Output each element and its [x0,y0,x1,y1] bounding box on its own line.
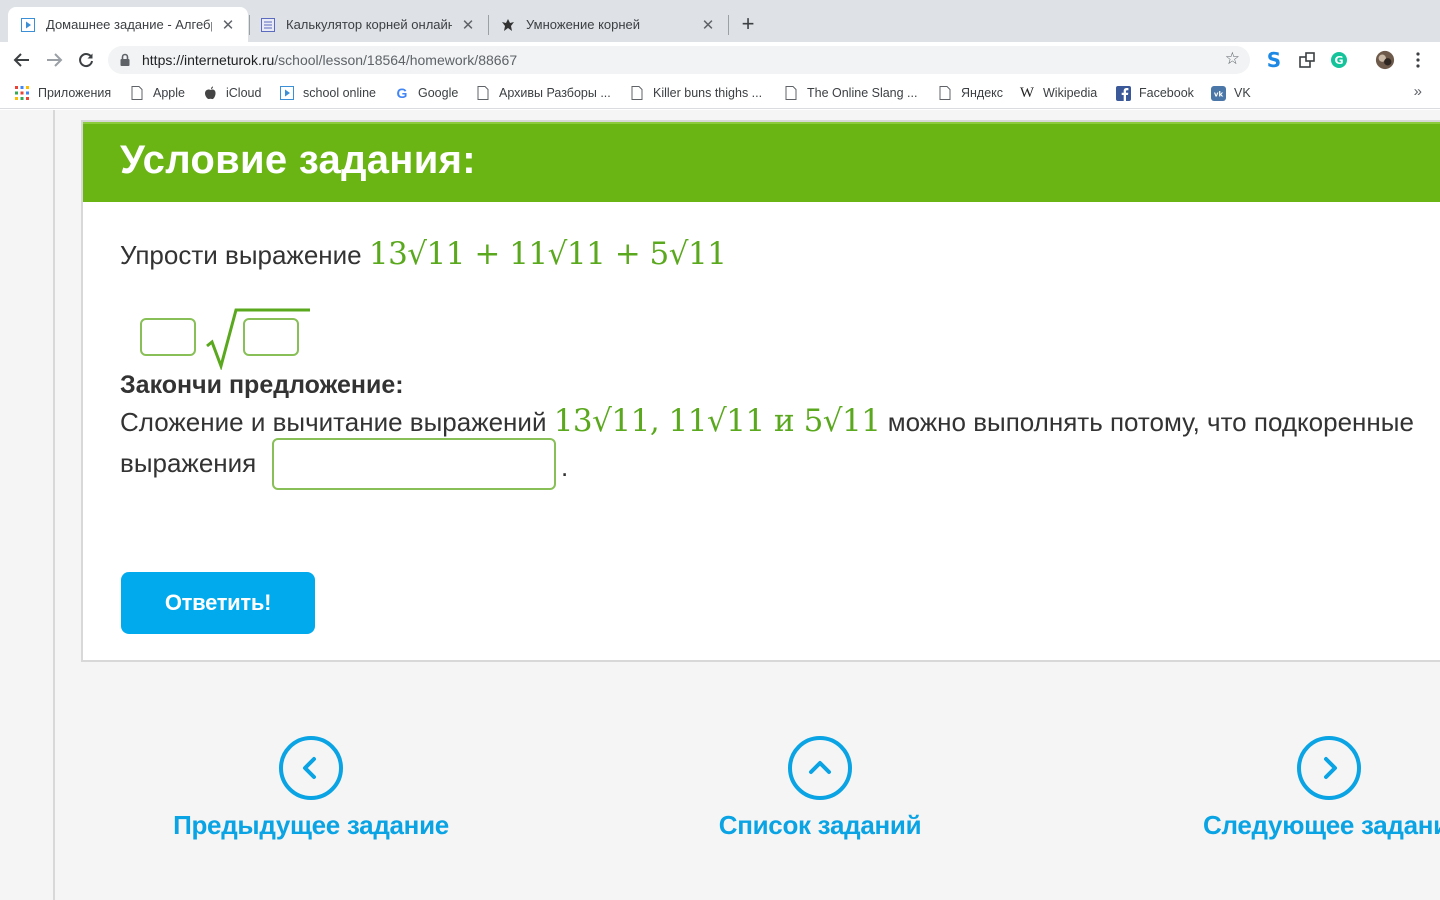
grammarly-icon[interactable]: G [1329,50,1349,70]
prev-task-label: Предыдущее задание [173,810,449,840]
sentence-part2: можно выполнять потому, что подкоренные [887,407,1414,437]
task-list-link[interactable]: Список заданий [717,736,923,841]
tab-calculator[interactable]: Калькулятор корней онлайн ✕ [248,7,488,42]
bookmark-label: Killer buns thighs ... [653,86,763,100]
bookmark-label: Приложения [38,86,112,100]
sentence-line-2: выражения [120,448,256,479]
bookmark-apple[interactable]: Apple [129,84,185,102]
bookmarks-bar: Приложения Apple iCloud school online G … [0,78,1440,109]
play-icon [20,17,36,33]
extension-puzzle-icon[interactable] [1297,50,1317,70]
bookmarks-more-button[interactable]: » [1414,83,1422,100]
next-task-label: Следующее задание [1203,810,1440,840]
bookmark-label: Яндекс [961,86,1004,100]
tab-title: Домашнее задание - Алгебра [46,17,212,32]
task-list-label: Список заданий [718,810,922,840]
calculator-icon [260,17,276,33]
radicand-input[interactable] [243,318,299,356]
chevron-right-icon [1297,736,1361,800]
sentence-line-1: Сложение и вычитание выражений 13√11, 11… [120,403,1414,439]
bookmark-archives[interactable]: Архивы Разборы ... [475,84,611,102]
task-header: Условие задания: [83,122,1440,202]
tab-title: Калькулятор корней онлайн [286,17,452,32]
page-icon [783,85,799,101]
url-text: https://interneturok.ru/school/lesson/18… [142,52,517,68]
bookmark-label: The Online Slang ... [807,86,918,100]
tab-title: Умножение корней [526,17,641,32]
bookmark-icloud[interactable]: iCloud [202,84,261,102]
bookmark-label: Google [418,86,459,100]
browser-toolbar: https://interneturok.ru/school/lesson/18… [0,42,1440,78]
bookmark-label: school online [303,86,376,100]
url-host: https://interneturok.ru [142,52,275,68]
bookmark-facebook[interactable]: Facebook [1115,84,1194,102]
forward-arrow-icon[interactable] [42,48,66,72]
wikipedia-icon: W [1019,84,1035,101]
svg-text:vk: vk [1213,90,1223,98]
prompt-expression: 13√11 + 11√11 + 5√11 [368,236,727,272]
bookmark-school-online[interactable]: school online [279,84,376,102]
svg-text:G: G [1334,54,1343,67]
answer-button[interactable]: Ответить! [121,572,315,634]
address-bar[interactable]: https://interneturok.ru/school/lesson/18… [108,46,1250,74]
chevron-left-icon [279,736,343,800]
bookmark-vk[interactable]: vk VK [1210,84,1251,102]
bookmark-killer-buns[interactable]: Killer buns thighs ... [629,84,762,102]
reason-input[interactable] [272,438,556,490]
close-icon[interactable]: ✕ [220,16,236,34]
avatar[interactable] [1375,50,1395,70]
page-content: Условие задания: Упрости выражение 13√11… [0,110,1440,900]
next-task-link[interactable]: Следующее задание [1203,736,1440,841]
reload-icon[interactable] [74,48,98,72]
tab-homework[interactable]: Домашнее задание - Алгебра ✕ [8,7,248,42]
apps-grid-icon [14,85,30,101]
task-card: Условие задания: Упрости выражение 13√11… [81,120,1440,662]
complete-heading: Закончи предложение: [120,371,404,399]
bookmark-star-icon[interactable]: ☆ [1225,49,1240,69]
play-icon [279,85,295,101]
tab-divider [728,15,729,35]
bookmark-label: Facebook [1139,86,1194,100]
sentence-part1: Сложение и вычитание выражений [120,407,547,437]
skype-s-icon[interactable]: S [1264,48,1284,72]
lock-icon [120,53,130,67]
bookmark-google[interactable]: G Google [394,84,459,102]
facebook-icon [1115,85,1131,101]
chevron-up-icon [788,736,852,800]
kebab-menu-icon[interactable] [1408,50,1428,70]
bookmark-label: VK [1234,86,1251,100]
bookmark-apps[interactable]: Приложения [14,84,111,102]
sentence-part3: выражения [120,448,257,478]
prompt-text: Упрости выражение [120,240,362,270]
bookmark-label: iCloud [226,86,262,100]
page-icon [475,85,491,101]
new-tab-button[interactable]: + [736,12,760,36]
page-icon [629,85,645,101]
bookmark-online-slang[interactable]: The Online Slang ... [783,84,917,102]
task-header-title: Условие задания: [120,138,476,182]
page-icon [129,85,145,101]
bookmark-wikipedia[interactable]: W Wikipedia [1019,84,1097,102]
apple-icon [202,85,218,101]
close-icon[interactable]: ✕ [700,16,716,34]
prev-task-link[interactable]: Предыдущее задание [173,736,449,841]
sentence-math: 13√11, 11√11 и 5√11 [553,403,881,439]
left-divider [53,110,55,900]
tab-multiplication[interactable]: Умножение корней ✕ [488,7,728,42]
back-arrow-icon[interactable] [10,48,34,72]
bookmark-label: Архивы Разборы ... [499,86,611,100]
bookmark-yandex[interactable]: Яндекс [937,84,1003,102]
task-prompt: Упрости выражение 13√11 + 11√11 + 5√11 [120,236,727,272]
bookmark-label: Wikipedia [1043,86,1098,100]
vk-icon: vk [1210,85,1226,101]
coefficient-input[interactable] [140,318,196,356]
url-path: /school/lesson/18564/homework/88667 [274,52,518,68]
close-icon[interactable]: ✕ [460,16,476,34]
browser-tab-bar: Домашнее задание - Алгебра ✕ Калькулятор… [0,0,1440,42]
sentence-period: . [561,452,569,482]
page-icon [937,85,953,101]
bookmark-label: Apple [153,86,185,100]
google-icon: G [396,85,408,101]
eagle-icon [500,17,516,33]
